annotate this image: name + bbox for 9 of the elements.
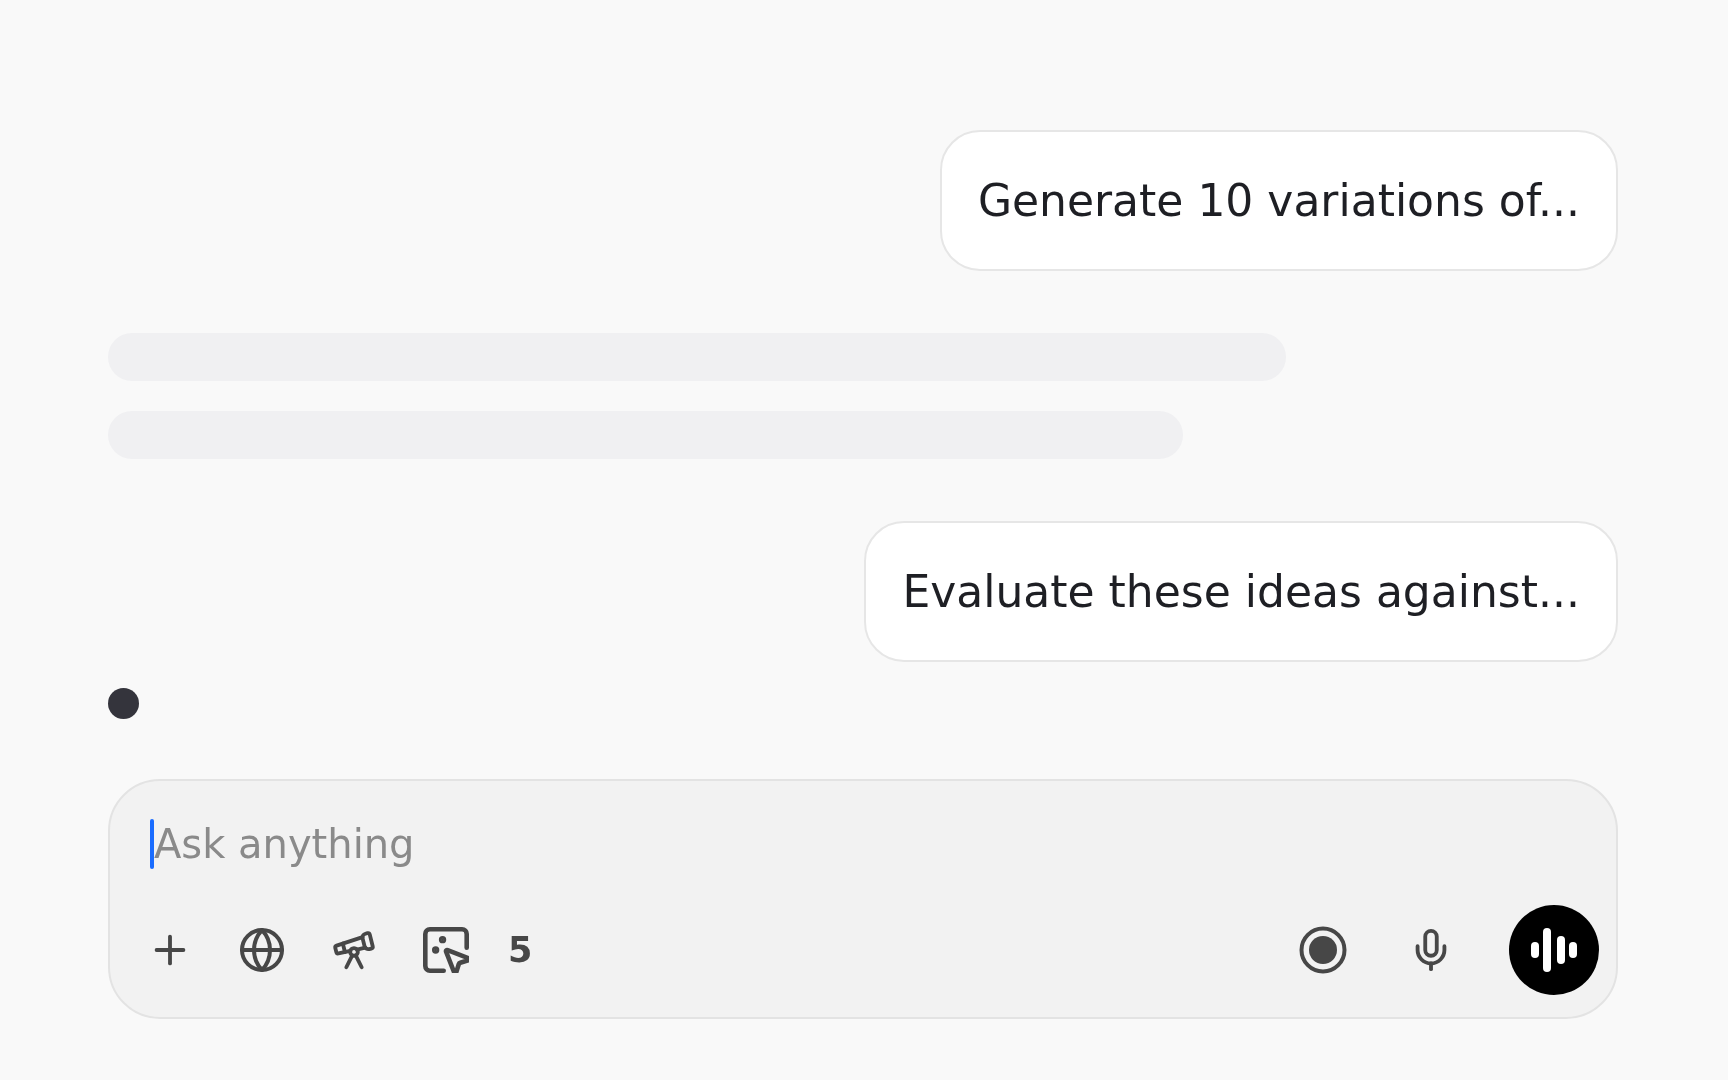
globe-icon [238,926,286,974]
waveform-icon [1531,928,1577,972]
pointer-square-icon [423,927,469,973]
record-icon [1299,926,1347,974]
message-bubble: Generate 10 variations of... [939,130,1618,271]
message-bubble: Evaluate these ideas against... [864,521,1618,662]
typing-dot-icon [108,688,139,719]
count-label: 5 [508,930,533,970]
message-input[interactable]: Ask anything [152,816,1599,872]
